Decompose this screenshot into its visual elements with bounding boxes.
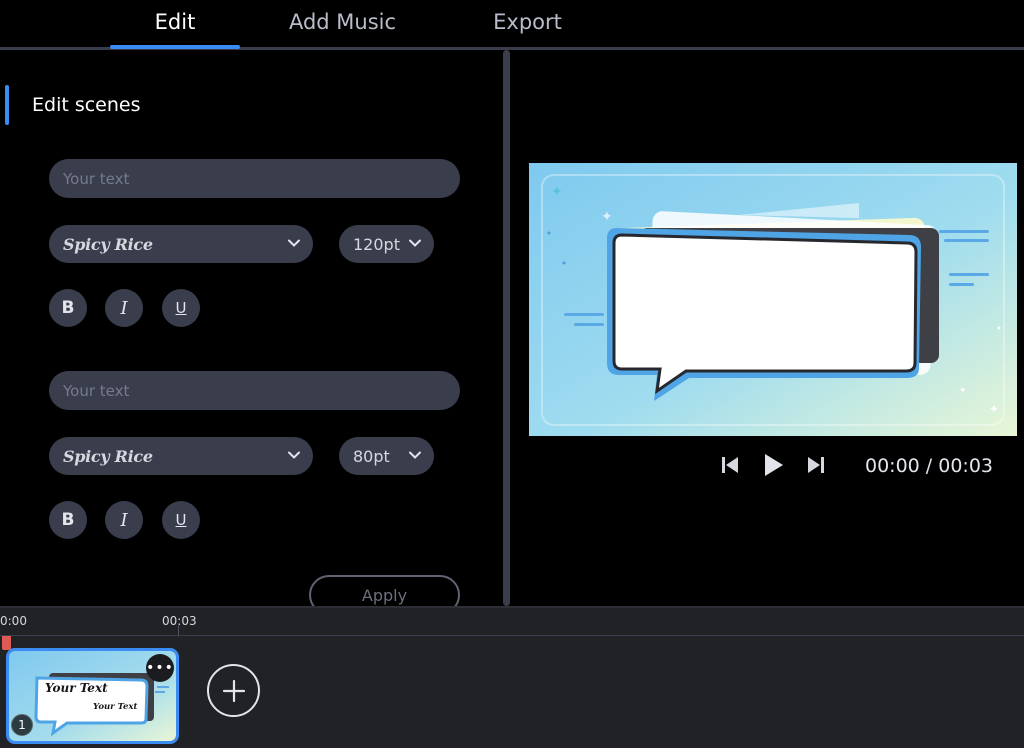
panel-divider-scrollbar[interactable]	[503, 50, 510, 606]
clip-text-line-1: Your Text	[45, 681, 108, 695]
scene-preview: ✦ ✦ ✦ ✦	[529, 163, 1017, 436]
plus-icon	[222, 679, 245, 702]
size-select-1[interactable]: 120pt	[339, 225, 434, 263]
apply-button-label: Apply	[361, 585, 408, 605]
font-select-1[interactable]: Spicy Rice	[49, 225, 313, 263]
ruler-label-3s: 00:03	[162, 614, 197, 628]
bold-button-2[interactable]: B	[49, 501, 87, 539]
bold-button-1[interactable]: B	[49, 289, 87, 327]
size-select-value: 80pt	[353, 446, 390, 466]
tab-edit[interactable]: Edit	[110, 10, 240, 34]
timeline: 0:00 00:03 Your Text Your Text ••• 1	[0, 606, 1024, 748]
speech-bubble-graphic: ✦ ✦ ✦ ✦	[529, 163, 1017, 436]
text-input-1[interactable]	[49, 159, 460, 198]
section-title: Edit scenes	[32, 94, 141, 116]
size-select-2[interactable]: 80pt	[339, 437, 434, 475]
add-scene-button[interactable]	[207, 664, 260, 717]
timecode: 00:00 / 00:03	[865, 455, 993, 477]
svg-text:✦: ✦	[601, 209, 613, 225]
active-tab-indicator	[110, 45, 240, 49]
svg-text:✦: ✦	[551, 184, 563, 200]
section-accent-bar	[5, 85, 9, 125]
tab-export[interactable]: Export	[470, 10, 585, 34]
clip-more-menu-button[interactable]: •••	[146, 654, 174, 682]
font-select-value: Spicy Rice	[63, 446, 153, 466]
skip-back-icon[interactable]	[720, 454, 740, 476]
timeline-ruler[interactable]: 0:00 00:03	[0, 608, 1024, 636]
clip-number-badge: 1	[11, 714, 33, 736]
chevron-down-icon	[409, 451, 421, 459]
ruler-label-start: 0:00	[0, 614, 27, 628]
italic-button-2[interactable]: I	[105, 501, 143, 539]
svg-text:✦: ✦	[989, 402, 999, 416]
svg-text:✦: ✦	[959, 386, 967, 396]
italic-button-1[interactable]: I	[105, 289, 143, 327]
playhead[interactable]	[2, 636, 11, 650]
clip-text-line-2: Your Text	[93, 702, 138, 712]
font-select-2[interactable]: Spicy Rice	[49, 437, 313, 475]
play-icon[interactable]	[762, 452, 784, 478]
tab-bar: Edit Add Music Export	[0, 0, 1024, 50]
underline-button-1[interactable]: U	[162, 289, 200, 327]
size-select-value: 120pt	[353, 234, 400, 254]
text-input-2[interactable]	[49, 371, 460, 410]
skip-forward-icon[interactable]	[806, 454, 826, 476]
tab-add-music[interactable]: Add Music	[270, 10, 415, 34]
font-select-value: Spicy Rice	[63, 234, 153, 254]
chevron-down-icon	[409, 239, 421, 247]
underline-button-2[interactable]: U	[162, 501, 200, 539]
chevron-down-icon	[288, 451, 300, 459]
chevron-down-icon	[288, 239, 300, 247]
ruler-tick	[178, 624, 179, 636]
